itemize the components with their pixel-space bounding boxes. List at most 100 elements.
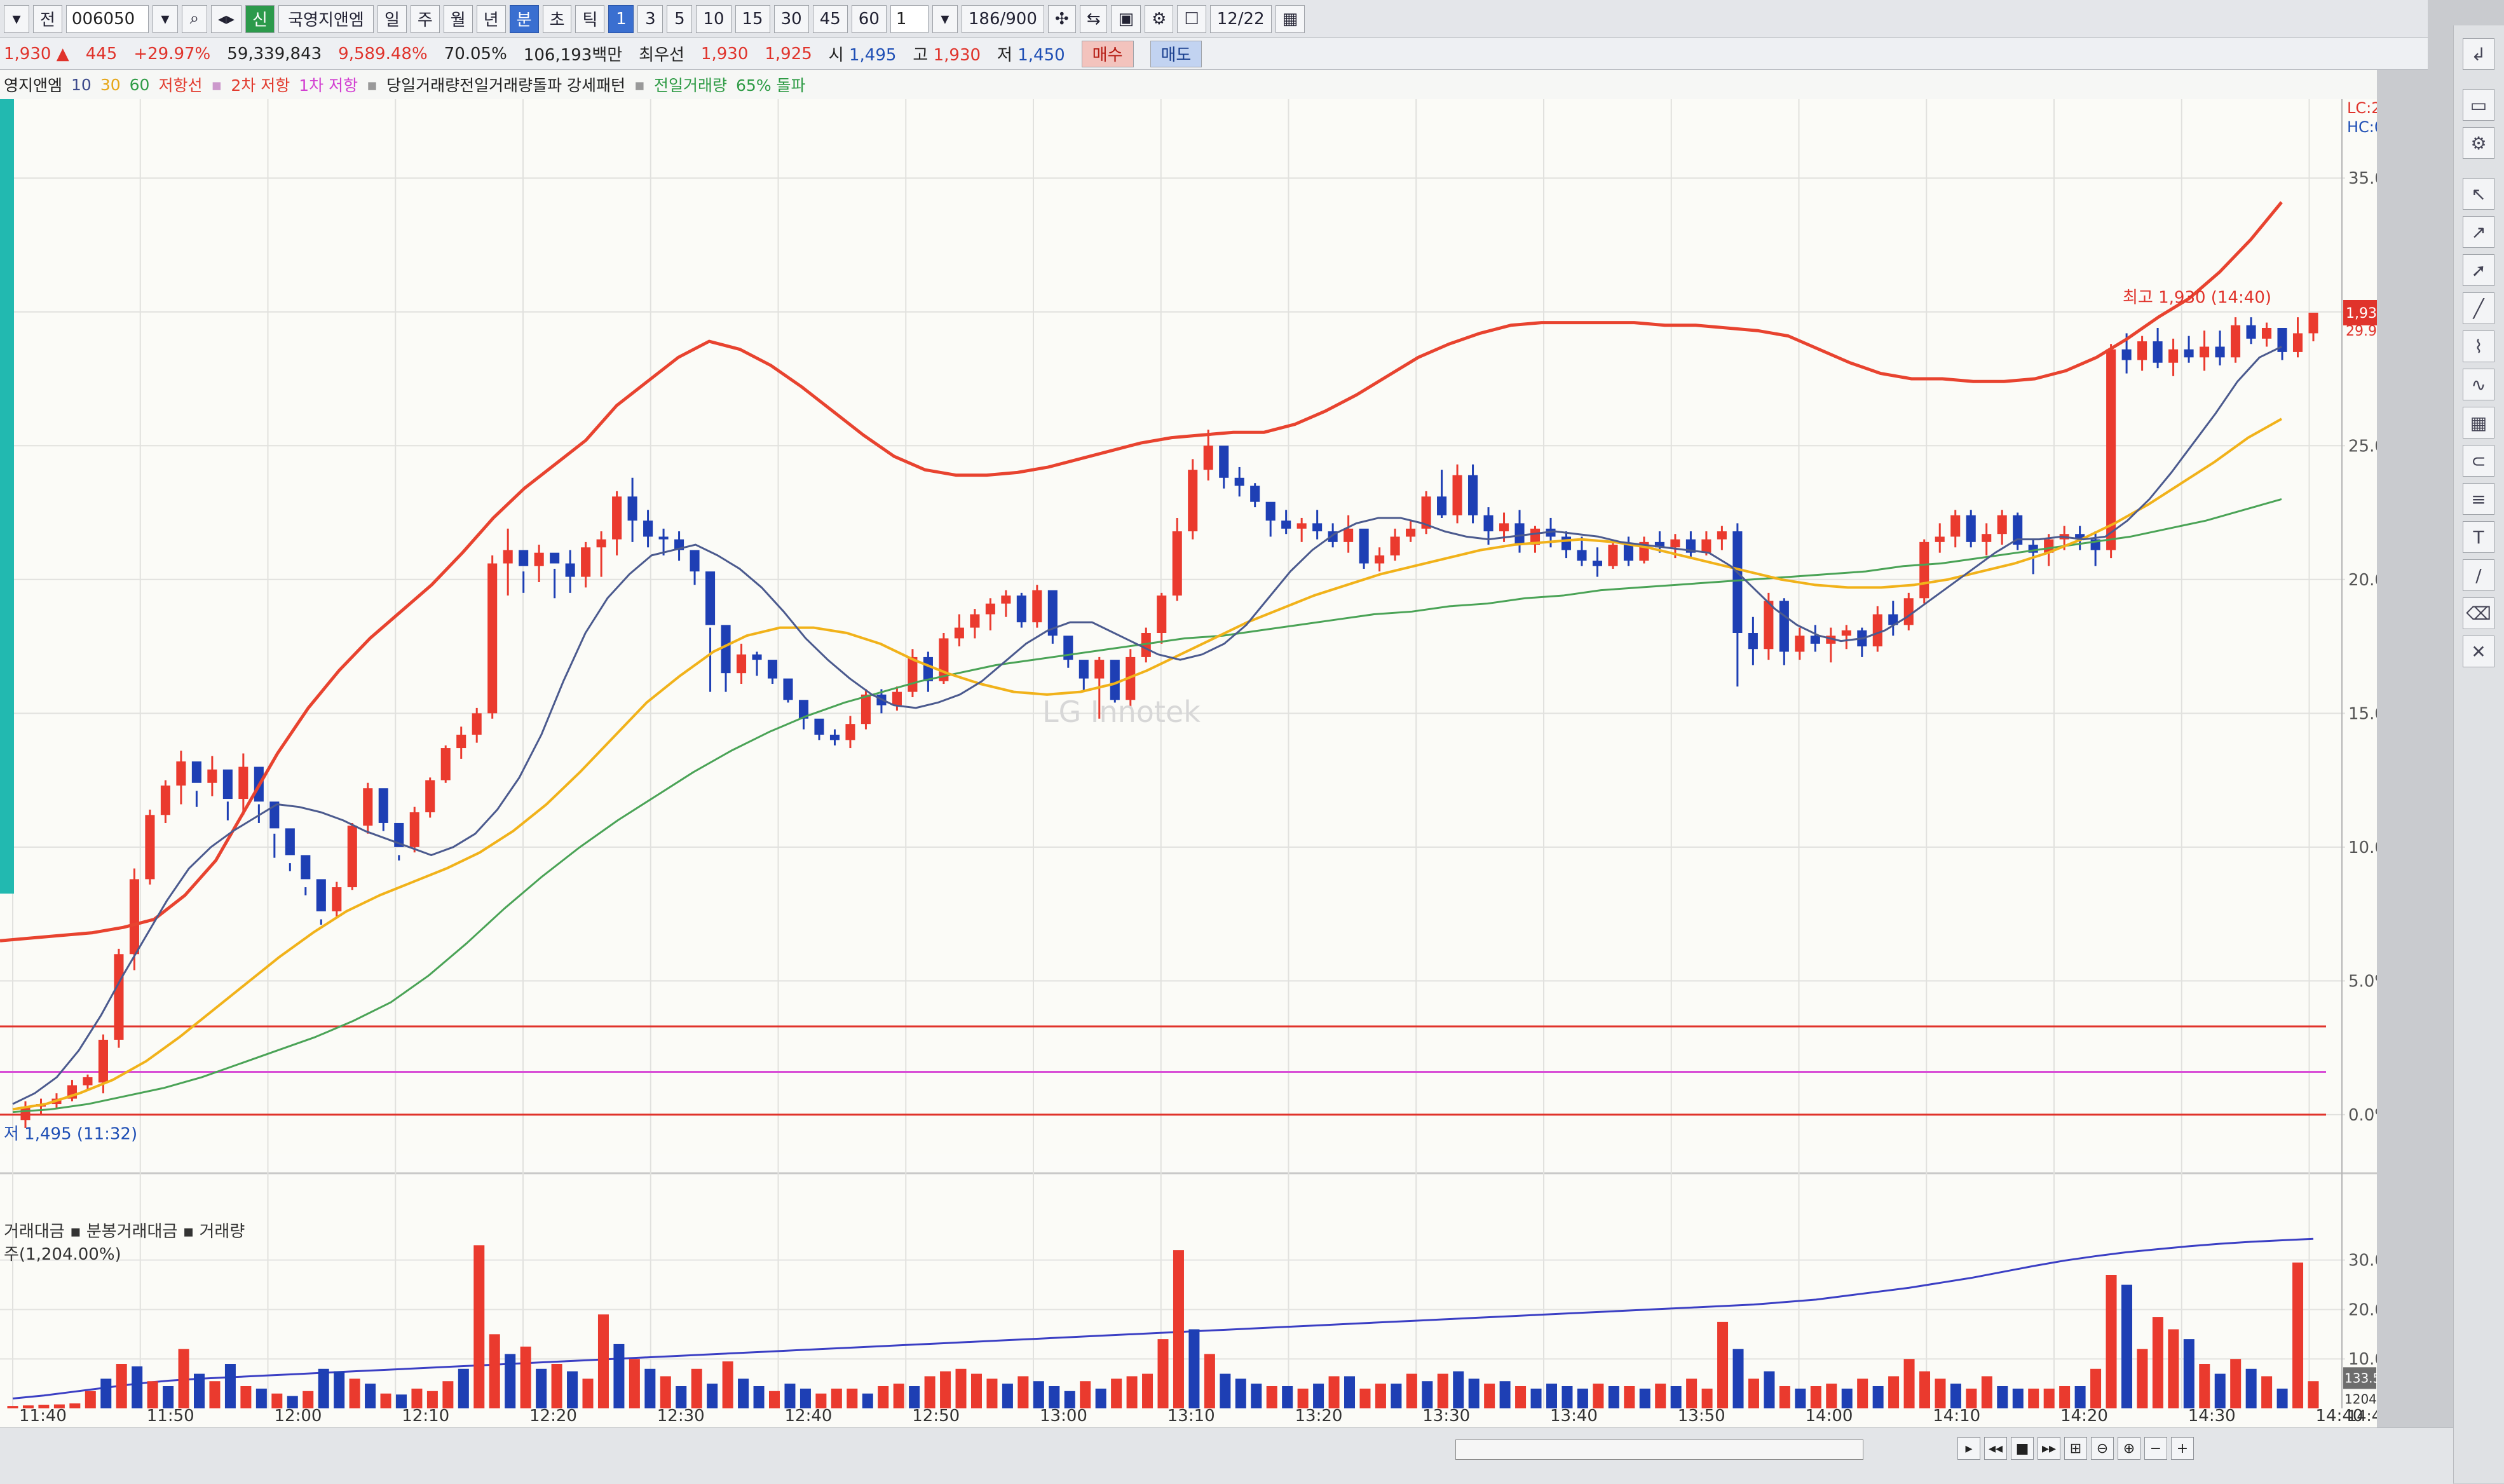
- chart-canvas[interactable]: 11:40 11:50 12:00 12:10 12:20 12:30 12:40 12:50…: [0, 99, 2416, 1427]
- candle-body: [845, 724, 855, 740]
- period-select[interactable]: 전: [33, 4, 62, 33]
- text-icon[interactable]: T: [2463, 521, 2494, 553]
- wave-icon[interactable]: ∿: [2463, 369, 2494, 400]
- volume-bar: [629, 1359, 640, 1408]
- tab-minute[interactable]: 분: [509, 4, 539, 33]
- prev-volume-pct: 65% 돌파: [736, 76, 806, 95]
- panel-marker: [0, 99, 14, 894]
- crosshair-icon[interactable]: ✣: [1047, 4, 1076, 33]
- trendline-icon[interactable]: ╱: [2463, 292, 2494, 324]
- tab-year[interactable]: 년: [476, 4, 506, 33]
- play-icon[interactable]: ▸: [1957, 1437, 1980, 1460]
- interval-10[interactable]: 10: [696, 4, 731, 33]
- price-axis-label: 20.0%: [2348, 571, 2377, 590]
- date-field[interactable]: 12/22: [1209, 4, 1272, 33]
- volume-bar: [2168, 1329, 2179, 1408]
- time-tick-label: 14:00: [1806, 1406, 1853, 1426]
- line-icon[interactable]: /: [2463, 559, 2494, 591]
- gear-icon[interactable]: ⚙: [2463, 127, 2494, 159]
- volume-bar: [1530, 1388, 1542, 1408]
- price-axis-label: 15.0%: [2348, 704, 2377, 723]
- arrow-icon[interactable]: ➚: [2463, 254, 2494, 286]
- calendar-icon[interactable]: ▦: [1275, 4, 1305, 33]
- delete-icon[interactable]: ✕: [2463, 636, 2494, 667]
- volume-bar: [1546, 1384, 1557, 1408]
- zoom-out-icon[interactable]: ⊖: [2091, 1437, 2114, 1460]
- minimize-icon[interactable]: ▭: [2463, 89, 2494, 121]
- rewind-icon[interactable]: ◂◂: [1984, 1437, 2007, 1460]
- candle-body: [721, 625, 731, 674]
- interval-1[interactable]: 1: [608, 4, 634, 33]
- code-dropdown-icon[interactable]: ▾: [152, 4, 178, 33]
- candle-body: [1157, 596, 1167, 633]
- resistance-label[interactable]: 저항선: [158, 73, 202, 96]
- interval-30[interactable]: 30: [773, 4, 809, 33]
- unit-input[interactable]: 1: [890, 4, 929, 33]
- ma30-label[interactable]: 30: [100, 76, 121, 94]
- tab-tick[interactable]: 틱: [575, 4, 605, 33]
- cursor-icon[interactable]: ↖: [2463, 178, 2494, 210]
- candle-body: [487, 563, 498, 714]
- stock-code-input[interactable]: 006050: [65, 4, 149, 33]
- pattern-icon[interactable]: ▦: [2463, 407, 2494, 439]
- plus-icon[interactable]: +: [2171, 1437, 2194, 1460]
- settings-icon[interactable]: ⚙: [1145, 4, 1174, 33]
- volume-bar: [1935, 1378, 1946, 1408]
- candle-body: [2215, 346, 2225, 358]
- second-resist-label[interactable]: 2차 저항: [231, 73, 290, 96]
- interval-15[interactable]: 15: [735, 4, 770, 33]
- grid-icon[interactable]: ⊞: [2064, 1437, 2087, 1460]
- buy-button[interactable]: 매수: [1081, 40, 1134, 67]
- candle-body: [222, 769, 233, 800]
- tab-day[interactable]: 일: [377, 4, 407, 33]
- candle-body: [1188, 470, 1198, 531]
- volume-break-label[interactable]: 당일거래량전일거래량돌파 강세패턴: [386, 73, 625, 96]
- fibonacci-icon[interactable]: ≡: [2463, 483, 2494, 515]
- volume-bar: [707, 1384, 718, 1408]
- interval-5[interactable]: 5: [667, 4, 693, 33]
- interval-3[interactable]: 3: [637, 4, 663, 33]
- save-icon[interactable]: ▣: [1111, 4, 1141, 33]
- chart-area[interactable]: 11:40 11:50 12:00 12:10 12:20 12:30 12:40 12:50…: [0, 99, 2416, 1427]
- return-icon[interactable]: ↲: [2463, 38, 2494, 70]
- zigzag-icon[interactable]: ⌇: [2463, 330, 2494, 362]
- volume-bar: [116, 1364, 127, 1408]
- tab-second[interactable]: 초: [542, 4, 572, 33]
- unit-dropdown-icon[interactable]: ▾: [932, 4, 958, 33]
- zoom-in-icon[interactable]: ⊕: [2118, 1437, 2140, 1460]
- volume-bar: [1624, 1386, 1635, 1408]
- forward-icon[interactable]: ▸▸: [2038, 1437, 2060, 1460]
- link-icon[interactable]: ⇆: [1079, 4, 1108, 33]
- volume-bar: [1111, 1378, 1122, 1408]
- date-checkbox[interactable]: ☐: [1177, 4, 1206, 33]
- horizontal-scrollbar[interactable]: [1455, 1440, 1863, 1460]
- volume-bar: [2043, 1388, 2055, 1408]
- volume-bar: [224, 1364, 236, 1408]
- pointer-icon[interactable]: ↗: [2463, 216, 2494, 248]
- minus-icon[interactable]: −: [2144, 1437, 2167, 1460]
- ma60-label[interactable]: 60: [130, 76, 150, 94]
- volume-bar: [1888, 1376, 1900, 1408]
- tab-month[interactable]: 월: [443, 4, 473, 33]
- first-resist-label[interactable]: 1차 저항: [299, 73, 358, 96]
- chart-toolbar: ▾ 전 006050 ▾ ⌕ ◂▸ 신 국영지앤엠 일 주 월 년 분 초 틱 …: [0, 0, 2428, 38]
- search-icon[interactable]: ⌕: [181, 4, 207, 33]
- ma10-label[interactable]: 10: [71, 76, 92, 94]
- interval-60[interactable]: 60: [851, 4, 887, 33]
- volume-bar: [1220, 1373, 1231, 1408]
- tab-week[interactable]: 주: [410, 4, 440, 33]
- prev-volume-label[interactable]: 전일거래량: [654, 73, 727, 96]
- candle-body: [378, 788, 388, 823]
- candle-body: [908, 657, 918, 692]
- volume-bar: [1779, 1386, 1790, 1408]
- magnet-icon[interactable]: ⊂: [2463, 445, 2494, 477]
- time-tick-label: 13:40: [1550, 1406, 1598, 1426]
- volume-bar: [365, 1384, 376, 1408]
- menu-dropdown[interactable]: ▾: [4, 4, 29, 33]
- sell-button[interactable]: 매도: [1150, 40, 1202, 67]
- eraser-icon[interactable]: ⌫: [2463, 597, 2494, 629]
- interval-45[interactable]: 45: [812, 4, 848, 33]
- stop-icon[interactable]: ■: [2011, 1437, 2034, 1460]
- prev-next-icon[interactable]: ◂▸: [210, 4, 242, 33]
- candle-body: [114, 954, 124, 1040]
